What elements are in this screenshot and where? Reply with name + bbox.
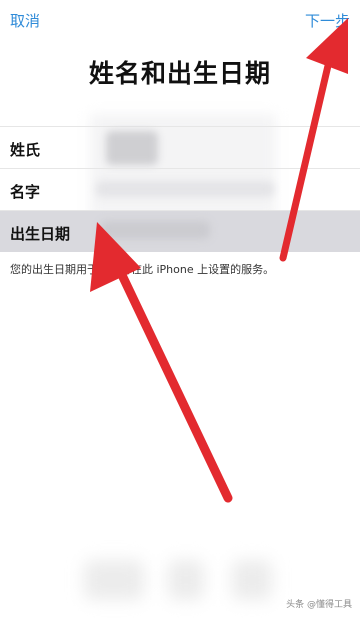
arrowhead-next (306, 18, 348, 74)
arrow-to-next-button (279, 18, 348, 262)
arrowhead-birthdate (90, 222, 141, 292)
annotation-arrows (90, 18, 348, 503)
arrow-shaft-birthdate (107, 249, 233, 503)
arrow-shaft-next (279, 36, 338, 262)
arrow-to-birthdate-field (90, 222, 233, 503)
